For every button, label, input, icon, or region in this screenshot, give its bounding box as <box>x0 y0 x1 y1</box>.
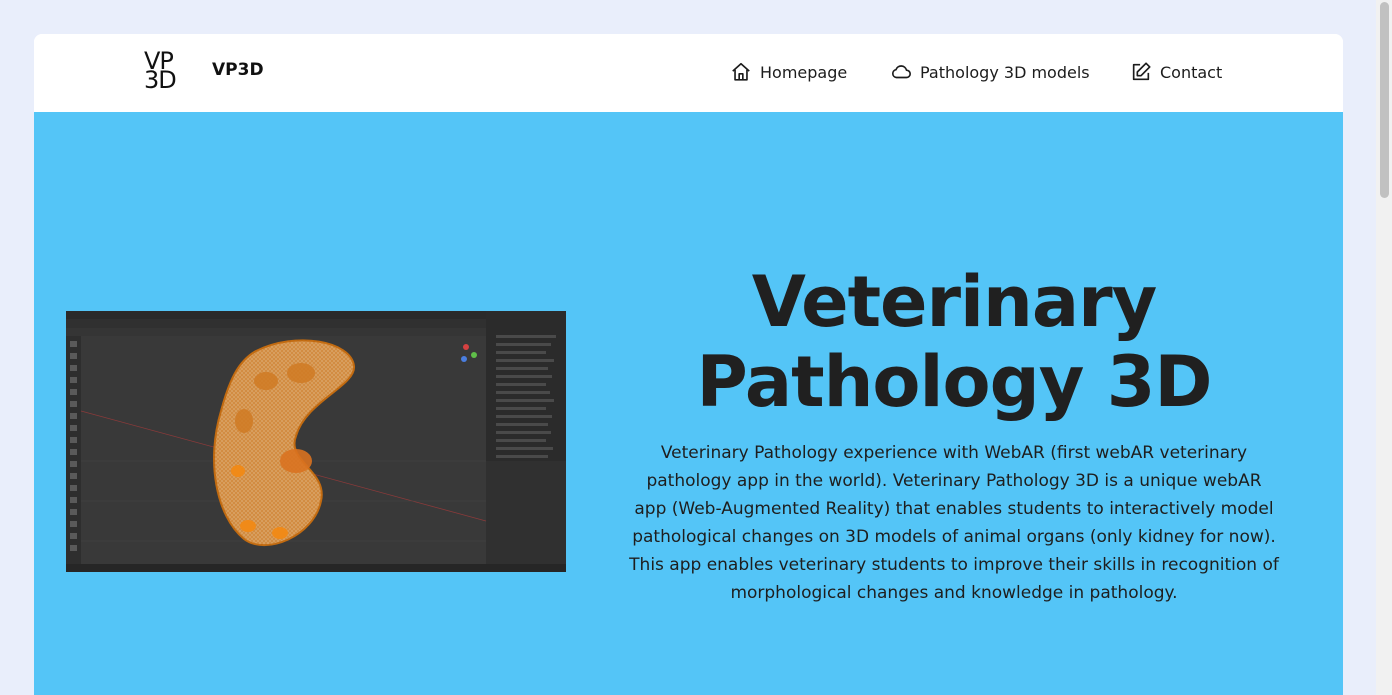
brand-name[interactable]: VP3D <box>212 60 264 80</box>
scrollbar-thumb[interactable] <box>1380 2 1389 198</box>
logo[interactable]: VP 3D <box>144 49 190 94</box>
nav-contact[interactable]: Contact <box>1130 60 1222 84</box>
modelling-software-illustration <box>66 311 566 572</box>
hero-section: Veterinary Pathology 3D Veterinary Patho… <box>34 112 1343 695</box>
page-scrollbar[interactable] <box>1376 0 1392 695</box>
home-icon <box>730 61 752 83</box>
logo-line-2: 3D <box>144 66 177 94</box>
cloud-icon <box>890 61 912 83</box>
page-card: VP 3D VP3D Homepage Pathology 3D models <box>34 34 1343 695</box>
hero-description: Veterinary Pathology experience with Web… <box>629 443 1279 603</box>
hero-headline: Veterinary Pathology 3D <box>594 262 1314 422</box>
headline-line-2: Pathology 3D <box>696 341 1212 423</box>
hero-image-3d-kidney-model <box>66 311 566 572</box>
site-header: VP 3D VP3D Homepage Pathology 3D models <box>34 34 1343 112</box>
nav-homepage[interactable]: Homepage <box>730 60 847 84</box>
headline-line-1: Veterinary <box>751 261 1158 343</box>
edit-icon <box>1130 61 1152 83</box>
nav-pathology-models[interactable]: Pathology 3D models <box>890 60 1090 84</box>
nav-contact-label: Contact <box>1160 62 1223 82</box>
nav-homepage-label: Homepage <box>760 62 848 82</box>
nav-pathology-models-label: Pathology 3D models <box>920 62 1090 82</box>
